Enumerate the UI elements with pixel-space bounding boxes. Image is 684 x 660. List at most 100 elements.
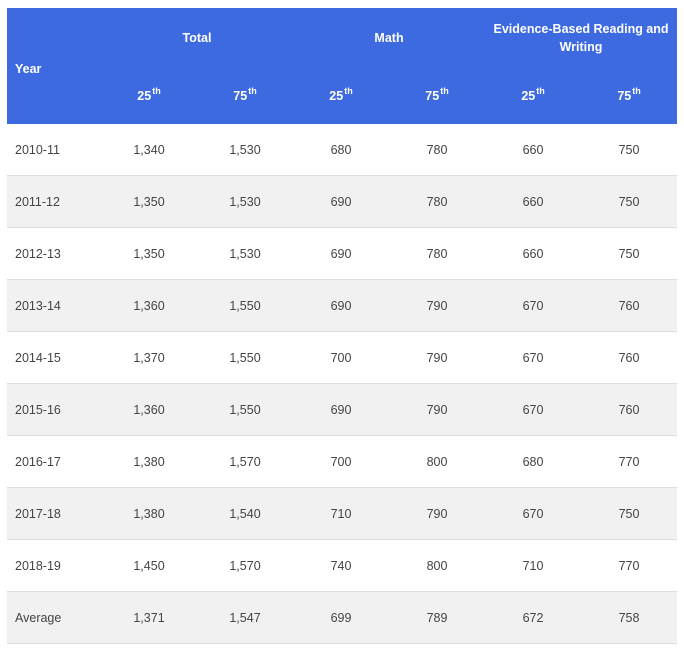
total-75th-header: 75th — [197, 68, 293, 124]
ebrw-25th-cell: 670 — [485, 487, 582, 540]
total-75th-cell: 1,530 — [197, 227, 293, 280]
math-75th-cell: 789 — [389, 591, 486, 644]
table-row: 2012-13 1,350 1,530 690 780 660 750 — [7, 227, 678, 280]
table-body: 2010-11 1,340 1,530 680 780 660 750 2011… — [7, 124, 678, 644]
total-25th-cell: 1,340 — [101, 124, 197, 176]
ebrw-75th-cell: 770 — [581, 539, 678, 592]
table-header: Year Total Math Evidence-Based Reading a… — [7, 8, 678, 124]
total-25th-cell: 1,350 — [101, 227, 197, 280]
total-25th-cell: 1,360 — [101, 383, 197, 436]
total-25th-cell: 1,350 — [101, 175, 197, 228]
percentile-number: 25 — [137, 89, 152, 103]
table-row: 2014-15 1,370 1,550 700 790 670 760 — [7, 331, 678, 384]
total-25th-cell: 1,380 — [101, 487, 197, 540]
sat-scores-table: Year Total Math Evidence-Based Reading a… — [7, 8, 678, 644]
ebrw-25th-cell: 670 — [485, 331, 582, 384]
ebrw-75th-header: 75th — [581, 68, 678, 124]
math-25th-cell: 690 — [293, 227, 389, 280]
math-75th-cell: 780 — [389, 124, 486, 176]
year-cell: Average — [7, 591, 101, 644]
math-75th-cell: 780 — [389, 175, 486, 228]
table-row-average: Average 1,371 1,547 699 789 672 758 — [7, 591, 678, 644]
sat-scores-table-container: Year Total Math Evidence-Based Reading a… — [7, 8, 678, 644]
math-25th-cell: 699 — [293, 591, 389, 644]
year-cell: 2015-16 — [7, 383, 101, 436]
ebrw-75th-cell: 750 — [581, 227, 678, 280]
total-75th-cell: 1,570 — [197, 435, 293, 488]
table-row: 2016-17 1,380 1,570 700 800 680 770 — [7, 435, 678, 488]
table-row: 2018-19 1,450 1,570 740 800 710 770 — [7, 539, 678, 592]
math-25th-cell: 690 — [293, 175, 389, 228]
ebrw-25th-cell: 660 — [485, 124, 582, 176]
total-75th-cell: 1,550 — [197, 331, 293, 384]
math-75th-cell: 780 — [389, 227, 486, 280]
total-group-header: Total — [101, 8, 293, 68]
ebrw-25th-header: 25th — [485, 68, 582, 124]
percentile-suffix: th — [440, 86, 449, 96]
math-75th-cell: 800 — [389, 539, 486, 592]
total-75th-cell: 1,570 — [197, 539, 293, 592]
percentile-number: 75 — [425, 89, 440, 103]
year-cell: 2011-12 — [7, 175, 101, 228]
ebrw-25th-cell: 680 — [485, 435, 582, 488]
percentile-number: 75 — [617, 89, 632, 103]
header-row-groups: Year Total Math Evidence-Based Reading a… — [7, 8, 678, 124]
total-25th-cell: 1,371 — [101, 591, 197, 644]
math-75th-header: 75th — [389, 68, 486, 124]
year-cell: 2016-17 — [7, 435, 101, 488]
math-25th-cell: 690 — [293, 279, 389, 332]
header-row-percentiles: 25th 75th 25th 75th 25th 75th — [7, 68, 678, 124]
math-25th-cell: 710 — [293, 487, 389, 540]
ebrw-25th-cell: 660 — [485, 175, 582, 228]
table-row: 2013-14 1,360 1,550 690 790 670 760 — [7, 279, 678, 332]
percentile-suffix: th — [248, 86, 257, 96]
year-cell: 2010-11 — [7, 124, 101, 176]
percentile-suffix: th — [152, 86, 161, 96]
table-row: 2011-12 1,350 1,530 690 780 660 750 — [7, 175, 678, 228]
math-25th-cell: 680 — [293, 124, 389, 176]
table-row: 2015-16 1,360 1,550 690 790 670 760 — [7, 383, 678, 436]
year-column-header: Year — [7, 8, 101, 124]
math-group-header: Math — [293, 8, 486, 68]
percentile-number: 25 — [329, 89, 344, 103]
year-cell: 2017-18 — [7, 487, 101, 540]
ebrw-75th-cell: 760 — [581, 331, 678, 384]
total-25th-cell: 1,360 — [101, 279, 197, 332]
math-25th-cell: 700 — [293, 331, 389, 384]
math-75th-cell: 790 — [389, 331, 486, 384]
percentile-number: 75 — [233, 89, 248, 103]
year-cell: 2012-13 — [7, 227, 101, 280]
year-cell: 2013-14 — [7, 279, 101, 332]
year-cell: 2014-15 — [7, 331, 101, 384]
table-row: 2017-18 1,380 1,540 710 790 670 750 — [7, 487, 678, 540]
table-row: 2010-11 1,340 1,530 680 780 660 750 — [7, 124, 678, 176]
total-75th-cell: 1,530 — [197, 175, 293, 228]
ebrw-75th-cell: 750 — [581, 487, 678, 540]
total-75th-cell: 1,550 — [197, 279, 293, 332]
math-25th-header: 25th — [293, 68, 389, 124]
math-75th-cell: 790 — [389, 487, 486, 540]
total-25th-cell: 1,450 — [101, 539, 197, 592]
ebrw-25th-cell: 672 — [485, 591, 582, 644]
math-25th-cell: 700 — [293, 435, 389, 488]
total-75th-cell: 1,530 — [197, 124, 293, 176]
total-75th-cell: 1,540 — [197, 487, 293, 540]
ebrw-75th-cell: 758 — [581, 591, 678, 644]
total-75th-cell: 1,547 — [197, 591, 293, 644]
ebrw-25th-cell: 710 — [485, 539, 582, 592]
ebrw-75th-cell: 770 — [581, 435, 678, 488]
total-75th-cell: 1,550 — [197, 383, 293, 436]
math-75th-cell: 790 — [389, 383, 486, 436]
ebrw-25th-cell: 670 — [485, 383, 582, 436]
ebrw-75th-cell: 750 — [581, 175, 678, 228]
math-75th-cell: 800 — [389, 435, 486, 488]
total-25th-header: 25th — [101, 68, 197, 124]
ebrw-75th-cell: 760 — [581, 383, 678, 436]
total-25th-cell: 1,380 — [101, 435, 197, 488]
total-25th-cell: 1,370 — [101, 331, 197, 384]
year-cell: 2018-19 — [7, 539, 101, 592]
math-25th-cell: 740 — [293, 539, 389, 592]
math-25th-cell: 690 — [293, 383, 389, 436]
ebrw-75th-cell: 750 — [581, 124, 678, 176]
percentile-suffix: th — [536, 86, 545, 96]
